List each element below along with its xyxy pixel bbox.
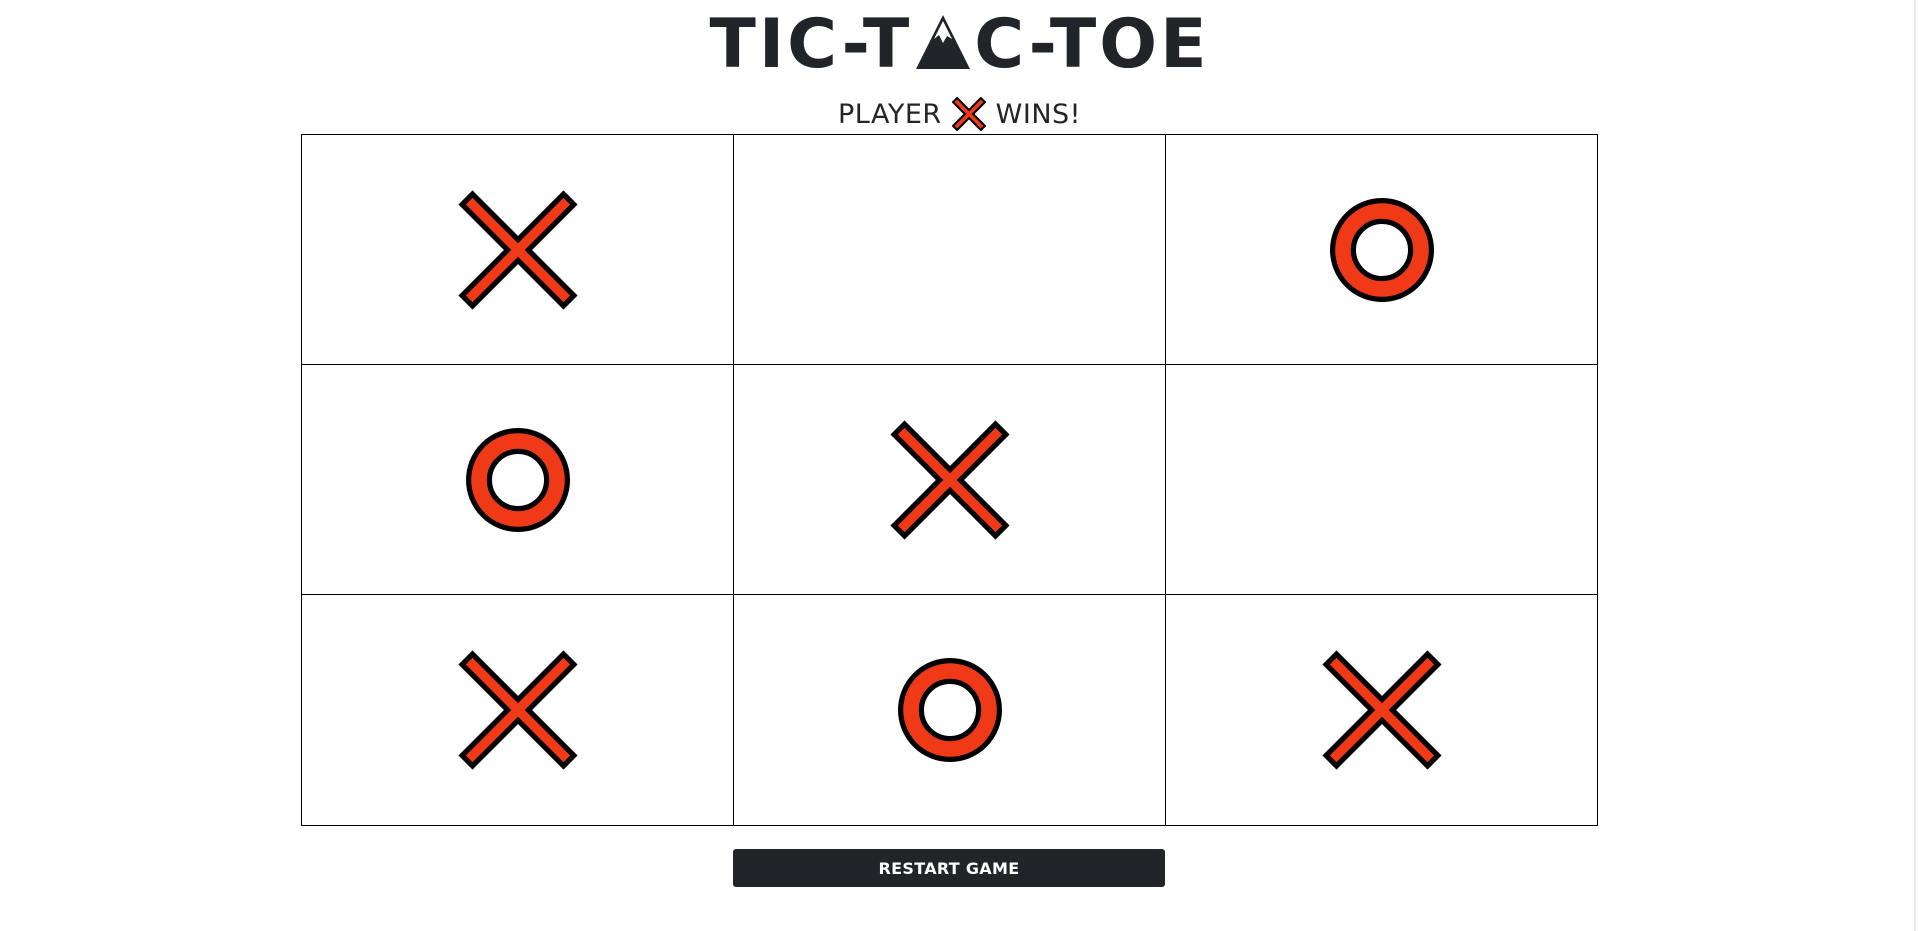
board-cell-6[interactable] [1165, 364, 1597, 594]
x-mark-icon [457, 189, 578, 310]
o-mark-icon [897, 658, 1002, 762]
title-right-text: C-TOE [974, 4, 1210, 84]
board-cell-8[interactable] [733, 594, 1165, 825]
board-cell-1[interactable] [301, 134, 733, 364]
page-title: TIC-T C-TOE [0, 0, 1919, 88]
restart-game-button[interactable]: RESTART GAME [733, 849, 1165, 887]
board-cell-9[interactable] [1165, 594, 1597, 825]
x-mark-icon [951, 97, 986, 131]
x-mark-icon [889, 419, 1010, 540]
game-status: PLAYER WINS! [0, 94, 1919, 134]
x-mark-icon [457, 650, 578, 770]
status-suffix: WINS! [995, 98, 1081, 130]
board-cell-5[interactable] [733, 364, 1165, 594]
game-board [301, 134, 1598, 826]
board-cell-3[interactable] [1165, 134, 1597, 364]
board-cell-7[interactable] [301, 594, 733, 825]
x-mark-icon [1321, 650, 1442, 770]
title-left-text: TIC-T [709, 4, 913, 84]
status-prefix: PLAYER [838, 98, 942, 130]
scrollbar-track[interactable] [1914, 0, 1916, 931]
board-cell-2[interactable] [733, 134, 1165, 364]
board-cell-4[interactable] [301, 364, 733, 594]
mountain-a-icon [916, 15, 971, 69]
o-mark-icon [465, 427, 570, 532]
o-mark-icon [1329, 197, 1434, 302]
